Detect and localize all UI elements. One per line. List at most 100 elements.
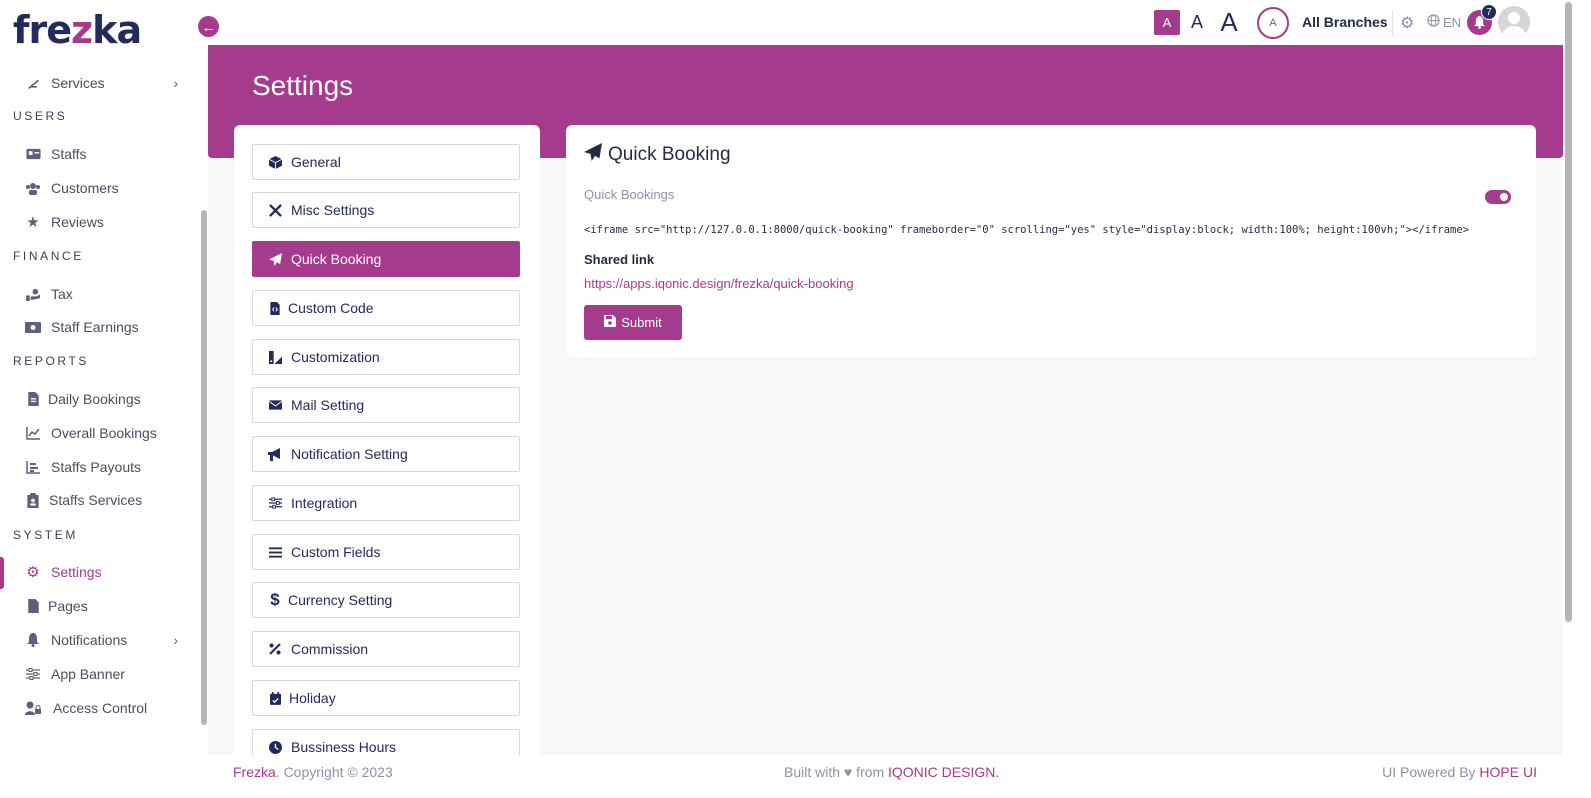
settings-menu-holiday[interactable]: Holiday	[252, 680, 520, 716]
language-selector[interactable]: EN	[1427, 14, 1461, 30]
sidebar-item-app-banner[interactable]: App Banner	[0, 659, 200, 689]
bars-icon	[268, 545, 282, 559]
header-divider	[1392, 10, 1393, 36]
sidebar-item-access-control[interactable]: Access Control	[0, 693, 200, 723]
quick-bookings-toggle[interactable]	[1485, 190, 1511, 204]
sliders-icon	[268, 496, 282, 510]
built-with-text: Built with ♥ from	[784, 764, 889, 780]
menu-label: General	[291, 154, 341, 170]
sidebar-item-staff-earnings[interactable]: Staff Earnings	[0, 312, 200, 342]
sidebar-item-label: Tax	[51, 286, 73, 302]
iqonic-link[interactable]: IQONIC DESIGN.	[888, 764, 999, 780]
sidebar-item-label: Reviews	[51, 214, 104, 230]
branch-avatar[interactable]: A	[1257, 7, 1289, 39]
menu-label: Custom Code	[288, 300, 374, 316]
section-finance: FINANCE	[13, 249, 84, 263]
font-size-medium-button[interactable]: A	[1185, 10, 1209, 35]
arrow-left-icon: ←	[201, 18, 216, 35]
file-icon	[25, 598, 41, 614]
sidebar-item-tax[interactable]: Tax	[0, 279, 200, 309]
cube-icon	[268, 155, 282, 169]
notification-count-badge: 7	[1481, 4, 1497, 20]
envelope-icon	[268, 398, 282, 412]
settings-menu-commission[interactable]: Commission	[252, 631, 520, 667]
clock-icon	[268, 740, 282, 754]
sidebar-item-label: Staffs Payouts	[51, 459, 142, 475]
settings-menu-misc-settings[interactable]: Misc Settings	[252, 192, 520, 228]
calendar-icon	[268, 691, 282, 705]
sidebar-item-pages[interactable]: Pages	[0, 591, 200, 621]
chevron-right-icon: ›	[173, 632, 178, 648]
paper-plane-icon	[584, 143, 602, 167]
sidebar-item-label: Staff Earnings	[51, 319, 139, 335]
menu-label: Customization	[291, 349, 380, 365]
sidebar-item-daily-bookings[interactable]: Daily Bookings	[0, 384, 200, 414]
sidebar-item-notifications[interactable]: Notifications ›	[0, 625, 200, 655]
sidebar-item-staffs-services[interactable]: Staffs Services	[0, 485, 200, 515]
page-scrollbar-thumb[interactable]	[1565, 2, 1572, 622]
menu-label: Currency Setting	[288, 592, 393, 608]
users-icon	[25, 180, 41, 196]
frezka-logo[interactable]: frezka	[13, 8, 142, 52]
menu-label: Holiday	[289, 690, 336, 706]
menu-label: Integration	[291, 495, 358, 511]
percent-icon	[268, 642, 282, 656]
sidebar: frezka Services › USERS Staffs Customers…	[0, 0, 208, 798]
sidebar-item-staffs-payouts[interactable]: Staffs Payouts	[0, 452, 200, 482]
sidebar-item-label: Settings	[51, 564, 102, 580]
code-file-icon	[268, 301, 282, 315]
settings-menu-quick-booking[interactable]: Quick Booking	[252, 241, 520, 277]
sidebar-item-staffs[interactable]: Staffs	[0, 139, 200, 169]
dollar-icon: $	[270, 590, 280, 609]
megaphone-icon	[268, 447, 282, 461]
sidebar-item-label: Customers	[51, 180, 119, 196]
user-avatar[interactable]	[1498, 6, 1530, 38]
settings-menu-general[interactable]: General	[252, 144, 520, 180]
collapse-sidebar-button[interactable]: ←	[198, 16, 219, 37]
branch-selector[interactable]: All Branches	[1302, 14, 1388, 30]
submit-button[interactable]: Submit	[584, 305, 682, 340]
language-label: EN	[1443, 14, 1462, 30]
menu-label: Mail Setting	[291, 397, 365, 413]
settings-menu-currency-setting[interactable]: $ Currency Setting	[252, 582, 520, 618]
footer-built-with: Built with ♥ from IQONIC DESIGN.	[784, 764, 999, 780]
sidebar-item-label: Daily Bookings	[48, 391, 141, 407]
settings-gear-icon[interactable]: ⚙	[1400, 13, 1414, 33]
settings-menu-custom-code[interactable]: Custom Code	[252, 290, 520, 326]
menu-label: Commission	[291, 641, 369, 657]
sidebar-item-label: Staffs	[51, 146, 87, 162]
money-bill-icon	[25, 319, 41, 335]
font-size-large-button[interactable]: A	[1216, 7, 1242, 37]
hand-money-icon	[25, 286, 41, 302]
menu-label: Bussiness Hours	[291, 739, 397, 755]
sidebar-item-settings[interactable]: ⚙ Settings	[0, 557, 200, 589]
sidebar-item-overall-bookings[interactable]: Overall Bookings	[0, 418, 200, 448]
menu-label: Notification Setting	[291, 446, 408, 462]
footer-brand-link[interactable]: Frezka	[233, 764, 276, 780]
panel-title: Quick Booking	[584, 143, 731, 167]
settings-menu-custom-fields[interactable]: Custom Fields	[252, 534, 520, 570]
hope-ui-link[interactable]: HOPE UI	[1479, 764, 1537, 780]
shared-link[interactable]: https://apps.iqonic.design/frezka/quick-…	[584, 276, 854, 291]
settings-menu-customization[interactable]: Customization	[252, 339, 520, 375]
section-reports: REPORTS	[13, 354, 89, 368]
star-icon: ★	[26, 214, 40, 231]
sidebar-item-services[interactable]: Services ›	[0, 68, 200, 98]
sidebar-item-label: Staffs Services	[49, 492, 143, 508]
user-lock-icon	[25, 700, 41, 716]
settings-menu-mail-setting[interactable]: Mail Setting	[252, 387, 520, 423]
settings-menu-integration[interactable]: Integration	[252, 485, 520, 521]
settings-menu: General Misc Settings Quick Booking Cust…	[234, 125, 540, 765]
paper-plane-icon	[268, 252, 282, 266]
settings-menu-notification-setting[interactable]: Notification Setting	[252, 436, 520, 472]
palette-icon	[268, 350, 282, 364]
sidebar-scrollbar[interactable]	[201, 210, 207, 725]
sidebar-item-customers[interactable]: Customers	[0, 173, 200, 203]
chevron-right-icon: ›	[173, 75, 178, 91]
font-size-small-button[interactable]: A	[1154, 10, 1180, 35]
footer-powered-by: UI Powered By HOPE UI	[1382, 764, 1537, 780]
bell-icon	[25, 632, 41, 648]
menu-label: Quick Booking	[291, 251, 382, 267]
sidebar-item-reviews[interactable]: ★ Reviews	[0, 207, 200, 237]
sidebar-item-label: Services	[51, 75, 105, 91]
